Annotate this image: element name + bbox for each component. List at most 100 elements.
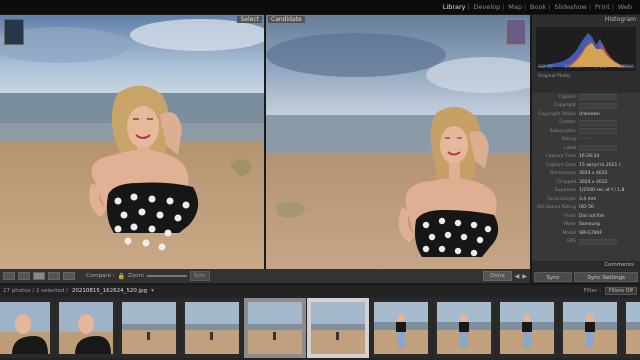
histogram: ISO 50 3.4 mm f / 1.8 1/2500 [536, 27, 636, 71]
candidate-pane[interactable]: Candidate [266, 15, 530, 269]
metadata-value: 3024 x 4032 [579, 179, 608, 185]
metadata-field[interactable] [579, 102, 617, 109]
metadata-key: Cropped [557, 179, 576, 185]
metadata-value: 3.4 mm [579, 196, 597, 202]
filmstrip-thumb[interactable] [0, 298, 54, 358]
done-button[interactable]: Done [483, 271, 512, 281]
filmstrip-thumb[interactable] [433, 298, 495, 358]
metadata-value: 3024 x 4032 [579, 171, 608, 177]
prev-arrow-icon[interactable]: ◀ [515, 273, 520, 280]
metadata-key: Sublocation [549, 128, 576, 134]
metadata-row: Caption [532, 93, 640, 102]
metadata-key: Capture Date [545, 162, 576, 168]
filter-label: Filter : [583, 287, 602, 294]
aperture-value: f / 1.8 [593, 65, 607, 70]
metadata-key: Copyright [554, 103, 576, 109]
module-library[interactable]: Library [439, 3, 470, 11]
thumbnail-image [122, 302, 176, 354]
metadata-key: Model [562, 230, 576, 236]
metadata-value: Unknown [579, 111, 600, 117]
filmstrip-thumb[interactable] [307, 298, 369, 358]
filmstrip-thumb[interactable] [118, 298, 180, 358]
photo-count: 27 photos / 2 selected / [3, 287, 68, 294]
compare-view-button[interactable] [33, 272, 45, 280]
filmstrip-thumb[interactable] [559, 298, 621, 358]
metadata-row: Sublocation [532, 127, 640, 136]
sync-metadata-button[interactable]: Sync [534, 272, 573, 282]
thumbnail-image [185, 302, 239, 354]
compare-view: Select Candidate [0, 15, 530, 269]
thumbnail-image [248, 302, 302, 354]
candidate-tag: Candidate [268, 16, 305, 23]
dropdown-arrow-icon[interactable]: ▾ [151, 288, 154, 294]
module-develop[interactable]: Develop [468, 3, 505, 11]
comments-header[interactable]: Comments [532, 261, 640, 269]
survey-view-button[interactable] [48, 272, 60, 280]
metadata-value: 16:26:24 [579, 154, 600, 160]
people-view-button[interactable] [63, 272, 75, 280]
filmstrip-thumb[interactable] [244, 298, 306, 358]
filmstrip-thumb[interactable] [622, 298, 640, 358]
metadata-key: Dimensions [549, 171, 576, 177]
sync-button[interactable]: Sync [189, 271, 210, 281]
metadata-value: 1/2500 sec at f / 1.8 [579, 188, 625, 194]
filmstrip-thumb[interactable] [181, 298, 243, 358]
original-photo-label[interactable]: Original Photo [532, 73, 640, 81]
metadata-row: Flash Did not fire [532, 212, 640, 221]
candidate-thumb-overlay [506, 19, 526, 45]
histogram-title[interactable]: Histogram [532, 15, 640, 25]
metadata-row: Copyright [532, 102, 640, 111]
metadata-key: Label [563, 145, 576, 151]
select-tag: Select [237, 16, 262, 23]
next-arrow-icon[interactable]: ▶ [522, 273, 527, 280]
right-panel: Histogram ISO 50 3.4 mm f / 1.8 1/2500 O… [532, 15, 640, 283]
grid-view-button[interactable] [3, 272, 15, 280]
compare-label: Compare : [86, 273, 115, 279]
metadata-row: GPS [532, 238, 640, 247]
shutter-value: 1/2500 [618, 65, 634, 70]
zoom-slider[interactable] [146, 275, 187, 277]
histogram-info: ISO 50 3.4 mm f / 1.8 1/2500 [538, 65, 634, 70]
lock-icon[interactable]: 🔒 [118, 273, 125, 280]
filmstrip-header: 27 photos / 2 selected / 20210815_162624… [0, 285, 640, 296]
metadata-key: Focal Length [547, 196, 576, 202]
module-slideshow[interactable]: Slideshow [548, 3, 591, 11]
filmstrip-thumb[interactable] [55, 298, 117, 358]
loupe-view-button[interactable] [18, 272, 30, 280]
filmstrip [0, 296, 640, 360]
compare-toolbar: Compare : 🔒 Zoom Sync Done ◀ ▶ [0, 269, 530, 283]
filmstrip-thumb[interactable] [370, 298, 432, 358]
thumbnail-image [563, 302, 617, 354]
metadata-key: Copyright Status [538, 111, 576, 117]
metadata-row: Focal Length 3.4 mm [532, 195, 640, 204]
thumbnail-image [0, 302, 50, 354]
metadata-field[interactable] [579, 119, 617, 126]
sync-settings-button[interactable]: Sync Settings [574, 272, 638, 282]
metadata-value: Did not fire [579, 213, 605, 219]
module-book[interactable]: Book [524, 3, 550, 11]
module-print[interactable]: Print [589, 3, 614, 11]
filmstrip-thumb[interactable] [496, 298, 558, 358]
metadata-key: Capture Time [545, 154, 576, 160]
metadata-value: · · · · · [579, 137, 592, 143]
metadata-field[interactable] [579, 128, 617, 135]
module-picker: Library Develop Map Book Slideshow Print… [0, 0, 640, 14]
metadata-value: SM-G780F [579, 230, 603, 236]
metadata-row: Model SM-G780F [532, 229, 640, 238]
module-web[interactable]: Web [612, 3, 636, 11]
metadata-row: Dimensions 3024 x 4032 [532, 170, 640, 179]
metadata-field[interactable] [579, 94, 617, 101]
metadata-row: Capture Date 15 августа 2021 г. [532, 161, 640, 170]
metadata-row: Exposure 1/2500 sec at f / 1.8 [532, 187, 640, 196]
metadata-field[interactable] [579, 145, 617, 152]
module-map[interactable]: Map [502, 3, 526, 11]
metadata-field[interactable] [579, 238, 617, 245]
candidate-photo [266, 15, 530, 269]
metadata-row: Label [532, 144, 640, 153]
filter-select[interactable]: Filters Off [605, 286, 637, 295]
metadata-row: ISO Speed Rating ISO 50 [532, 204, 640, 213]
select-pane[interactable]: Select [0, 15, 264, 269]
metadata-value: 15 августа 2021 г. [579, 162, 623, 168]
metadata-key: Rating [561, 137, 576, 143]
metadata-row: Rating · · · · · [532, 136, 640, 145]
